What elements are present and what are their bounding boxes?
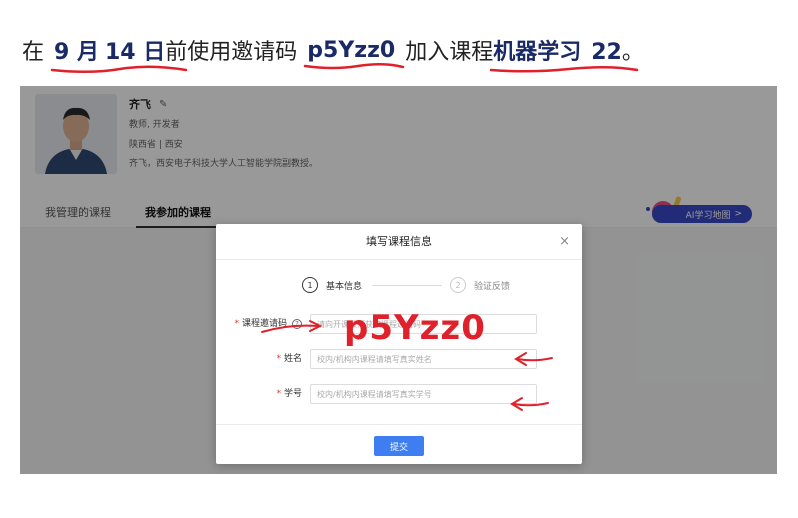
step-connector — [372, 284, 443, 286]
headline-prefix: 在 — [22, 40, 45, 65]
step-basic-info: 1 基本信息 — [302, 277, 362, 293]
course-page-screenshot: 齐飞 ✎ 教师, 开发者 陕西省 | 西安 齐飞，西安电子科技大学人工智能学院副… — [20, 86, 777, 474]
student-id-label: * 学号 — [276, 384, 302, 404]
step-2-label: 验证反馈 — [474, 281, 511, 292]
headline-course-wrap: 机器学习 22 — [489, 34, 639, 73]
headline-join-text: 加入课程 — [405, 40, 494, 65]
step-verify-feedback: 2 验证反馈 — [450, 277, 510, 293]
required-mark: * — [276, 389, 281, 399]
arrow-to-student-id-field-icon — [510, 397, 549, 411]
instruction-headline: 在 9 月 14 日 前使用邀请码 p5Yzz0 加入课程 机器学习 22 。 — [22, 30, 644, 74]
required-mark: * — [276, 354, 281, 364]
headline-date: 9 月 14 日 — [50, 34, 188, 74]
close-icon[interactable]: × — [559, 224, 570, 260]
step-1-label: 基本信息 — [326, 281, 363, 292]
dialog-title: 填写课程信息 — [216, 224, 582, 260]
headline-date-day: 14 日 — [104, 40, 166, 65]
headline-end: 。 — [621, 40, 644, 65]
arrow-to-invite-code-icon — [261, 320, 323, 333]
headline-course-name: 机器学习 — [493, 40, 582, 65]
step-indicator: 1 基本信息 2 验证反馈 — [302, 277, 510, 293]
student-id-input[interactable] — [310, 384, 537, 404]
name-label-text: 姓名 — [283, 354, 302, 364]
student-id-label-text: 学号 — [283, 389, 302, 399]
dialog-footer: 提交 — [216, 424, 582, 464]
invite-code-annotation: p5Yzz0 — [344, 308, 486, 348]
step-2-number: 2 — [450, 277, 467, 293]
submit-button[interactable]: 提交 — [374, 436, 424, 456]
date-underline — [50, 65, 188, 74]
headline-invite-code: p5Yzz0 — [307, 37, 396, 63]
headline-date-month: 9 月 — [54, 40, 99, 65]
name-label: * 姓名 — [276, 349, 302, 369]
course-underline — [489, 65, 639, 73]
step-1-number: 1 — [302, 277, 318, 293]
headline-course-number: 22 — [591, 40, 622, 65]
code-underline — [304, 62, 405, 69]
headline-middle: 前使用邀请码 — [165, 40, 298, 65]
required-mark: * — [234, 319, 239, 329]
headline-code-wrap: p5Yzz0 — [304, 37, 405, 69]
arrow-to-name-field-icon — [514, 352, 553, 366]
name-input[interactable] — [310, 349, 537, 369]
